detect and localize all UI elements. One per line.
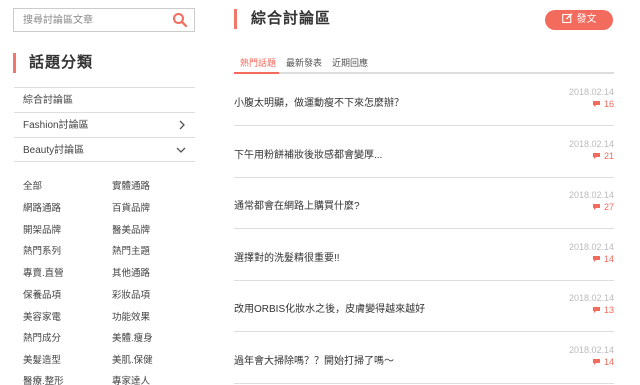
post-button-label: 發文: [576, 14, 597, 25]
post-row[interactable]: 選擇對的洗髮精很重要!! 2018.02.14 14: [234, 230, 614, 281]
tag-link[interactable]: 醫療.整形: [23, 373, 64, 385]
comment-icon: [592, 358, 600, 365]
search-input[interactable]: [14, 9, 164, 31]
sidebar-item-label: Fashion討論區: [23, 120, 89, 131]
tab-bar: 熱門話題 最新發表 近期回應: [234, 54, 614, 74]
comment-icon: [592, 152, 600, 159]
category-title: 話題分類: [13, 53, 93, 73]
comment-count-value: 21: [603, 150, 614, 161]
main-content: 綜合討論區 發文 熱門話題 最新發表 近期回應 小腹太明顯，做運動瘦不下來怎麼辦…: [234, 0, 624, 385]
tag-link[interactable]: 保養品項: [23, 287, 61, 301]
sidebar-item-fashion-forum[interactable]: Fashion討論區: [14, 112, 195, 137]
comment-count-value: 13: [603, 305, 614, 315]
tag-link[interactable]: 美容家電: [23, 309, 61, 323]
post-title[interactable]: 通常都會在網路上購買什麼?: [234, 197, 360, 212]
comment-count: 21: [592, 151, 614, 161]
edit-icon: [561, 13, 572, 24]
search-box: [13, 8, 195, 32]
comment-icon: [592, 255, 600, 262]
comment-count: 16: [592, 99, 614, 109]
tag-link[interactable]: 熱門系列: [23, 243, 61, 257]
sidebar-item-general-forum[interactable]: 綜合討論區: [14, 87, 195, 112]
tag-link[interactable]: 全部: [23, 178, 42, 192]
search-icon[interactable]: [172, 12, 188, 28]
post-row[interactable]: 過年會大掃除嗎？？開始打掃了嗎～ 2018.02.14 14: [234, 333, 614, 384]
comment-count-value: 14: [603, 253, 614, 264]
tag-link[interactable]: 專家達人: [112, 373, 150, 385]
chevron-down-icon: [176, 138, 186, 163]
tag-link[interactable]: 美體.瘦身: [112, 330, 153, 344]
page-title: 綜合討論區: [234, 9, 331, 29]
comment-count: 14: [592, 254, 614, 264]
tag-link[interactable]: 熱門成分: [23, 330, 61, 344]
post-title[interactable]: 過年會大掃除嗎？？開始打掃了嗎～: [234, 352, 394, 367]
tag-link[interactable]: 開架品牌: [23, 222, 61, 236]
post-button[interactable]: 發文: [545, 10, 613, 30]
post-date: 2018.02.14: [568, 344, 614, 355]
chevron-right-icon: [178, 113, 186, 138]
sidebar-item-label: 綜合討論區: [23, 95, 73, 106]
tag-link[interactable]: 功能效果: [112, 309, 150, 323]
tab-hot-topics[interactable]: 熱門話題: [240, 56, 276, 69]
comment-count-value: 16: [603, 99, 614, 109]
tab-recent-replies[interactable]: 近期回應: [332, 56, 368, 69]
tag-link[interactable]: 專賣.直營: [23, 265, 64, 279]
tag-link[interactable]: 網路通路: [23, 200, 61, 214]
tag-link[interactable]: 美肌.保健: [112, 352, 153, 366]
active-tab-indicator: [234, 72, 279, 74]
post-date: 2018.02.14: [568, 293, 614, 303]
post-row[interactable]: 通常都會在網路上購買什麼? 2018.02.14 27: [234, 178, 614, 229]
post-row[interactable]: 小腹太明顯，做運動瘦不下來怎麼辦？ 2018.02.14 16: [234, 75, 614, 126]
comment-count: 14: [592, 357, 614, 367]
sidebar: 話題分類 綜合討論區 Fashion討論區 Beauty討論區 全部 實體通路 …: [0, 0, 196, 385]
post-date: 2018.02.14: [568, 87, 614, 97]
tag-link[interactable]: 熱門主題: [112, 243, 150, 257]
tag-link[interactable]: 百貨品牌: [112, 200, 150, 214]
comment-icon: [592, 204, 600, 210]
post-title[interactable]: 小腹太明顯，做運動瘦不下來怎麼辦？: [234, 94, 404, 109]
sidebar-item-label: Beauty討論區: [23, 145, 85, 156]
post-date: 2018.02.14: [568, 190, 614, 200]
post-title[interactable]: 改用ORBIS化妝水之後，皮膚變得越來越好: [234, 300, 425, 315]
tag-link[interactable]: 實體通路: [112, 178, 150, 192]
tag-link[interactable]: 美髮造型: [23, 352, 61, 366]
comment-count: 27: [592, 202, 614, 212]
post-title[interactable]: 下午用粉餅補妝後妝感都會變厚...: [234, 146, 382, 161]
comment-count-value: 27: [603, 202, 614, 212]
comment-icon: [592, 101, 600, 107]
comment-count-value: 14: [603, 356, 614, 367]
comment-icon: [592, 307, 600, 313]
post-row[interactable]: 下午用粉餅補妝後妝感都會變厚... 2018.02.14 21: [234, 127, 614, 178]
post-date: 2018.02.14: [568, 138, 614, 149]
sidebar-item-beauty-forum[interactable]: Beauty討論區: [14, 137, 195, 162]
post-title[interactable]: 選擇對的洗髮精很重要!!: [234, 249, 340, 264]
post-date: 2018.02.14: [568, 241, 614, 252]
tab-latest[interactable]: 最新發表: [286, 56, 322, 69]
post-row[interactable]: 改用ORBIS化妝水之後，皮膚變得越來越好 2018.02.14 13: [234, 281, 614, 332]
tag-link[interactable]: 彩妝品項: [112, 287, 150, 301]
tag-link[interactable]: 其他通路: [112, 265, 150, 279]
tag-link[interactable]: 醫美品牌: [112, 222, 150, 236]
comment-count: 13: [592, 305, 614, 315]
